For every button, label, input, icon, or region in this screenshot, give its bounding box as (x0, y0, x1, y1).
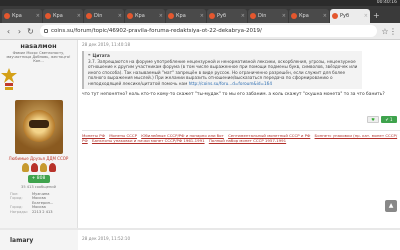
browser-tab[interactable]: Кра × (289, 9, 329, 23)
browser-tab[interactable]: Din × (84, 9, 124, 23)
author-username[interactable]: наsалмон (0, 42, 77, 50)
star-icon[interactable]: ☆ (381, 27, 389, 36)
reputation-badge: + 808 (27, 174, 50, 183)
signature-link[interactable]: Полный набор монет СССР 1957-1991 (209, 138, 286, 143)
tab-label: Кра (53, 13, 63, 19)
favicon-icon (86, 13, 92, 19)
tab-label: Руб (217, 13, 227, 19)
meta-value: Москва (32, 205, 46, 210)
favicon-icon (209, 13, 215, 19)
like-count: 1 (390, 117, 393, 122)
quote-body: 3.7. Запрещаются на форуме употребление … (88, 59, 358, 86)
meta-value: Екатерин... (32, 200, 54, 205)
next-post-username[interactable]: lamary (0, 230, 78, 250)
avatar[interactable] (14, 99, 63, 154)
tab-strip: Кра × Кра × Din × Кра × Кра × Руб × Din × Кра × Руб × + (0, 6, 400, 23)
close-tab-icon[interactable]: × (323, 13, 327, 19)
author-description: Фамил Мосрс Светлоносту, маучастница Доб… (6, 51, 71, 64)
favicon-icon (332, 13, 338, 19)
browser-tab[interactable]: Кра × (2, 9, 42, 23)
browser-tab[interactable]: Кра × (43, 9, 83, 23)
forward-icon[interactable]: › (14, 27, 25, 36)
next-post-date[interactable]: 28 дек 2019, 11:52:10 (82, 236, 130, 241)
address-bar: ‹ › ↻ coins.su/forum/topic/46902-pravila… (0, 23, 400, 40)
tab-label: Кра (176, 13, 186, 19)
favicon-icon (291, 13, 297, 19)
meta-value: Москва (32, 196, 46, 201)
close-tab-icon[interactable]: × (159, 13, 163, 19)
tab-label: Кра (135, 13, 145, 19)
url-field[interactable]: coins.su/forum/topic/46902-pravila-forum… (40, 25, 377, 37)
favicon-icon (250, 13, 256, 19)
post-content: 28 дек 2019, 11:40:18 ❝ Цитата 3.7. Запр… (82, 40, 400, 228)
close-tab-icon[interactable]: × (77, 13, 81, 19)
tab-label: Кра (299, 13, 309, 19)
post-date[interactable]: 28 дек 2019, 11:40:18 (82, 42, 400, 47)
favicon-icon (45, 13, 51, 19)
tab-label: Din (258, 13, 267, 19)
user-group: Любимые Друзья ДДМ ССОР (8, 155, 69, 161)
post-text: что тут непонятно? коль кто-то кому-то с… (82, 92, 385, 98)
browser-tab[interactable]: Руб × (330, 9, 370, 23)
favicon-icon (127, 13, 133, 19)
browser-tab[interactable]: Кра × (166, 9, 206, 23)
post-actions: ♥ ✔ 1 (367, 116, 397, 123)
close-tab-icon[interactable]: × (118, 13, 122, 19)
back-icon[interactable]: ‹ (3, 27, 14, 36)
quote-link[interactable]: http://coins.su/foru...d=foroum&id=164 (189, 81, 272, 86)
medal-icon (48, 162, 56, 172)
favicon-icon (168, 13, 174, 19)
meta-key: Награды: (10, 209, 28, 214)
medal-icon (30, 162, 38, 172)
rank-badge-icon (1, 67, 17, 90)
url-text: coins.su/forum/topic/46902-pravila-forum… (51, 28, 262, 34)
quote-header: ❝ Цитата (88, 53, 358, 58)
new-tab-icon[interactable]: + (373, 9, 380, 23)
quote-block: ❝ Цитата 3.7. Запрещаются на форуме упот… (82, 51, 362, 90)
tab-label: Din (94, 13, 103, 19)
close-tab-icon[interactable]: × (36, 13, 40, 19)
meta-row: Награды: 2213 2 413 (10, 210, 71, 215)
forum-page: наsалмон Фамил Мосрс Светлоносту, маучас… (0, 40, 400, 250)
signature: Монеты РФ Монеты СССР Юбилейные СССР/РФ … (82, 130, 400, 143)
medal-icon (21, 162, 29, 172)
signature-link[interactable]: Банкноты упаковки и пачки монет СССР/РФ … (92, 138, 205, 143)
close-tab-icon[interactable]: × (200, 13, 204, 19)
close-tab-icon[interactable]: × (282, 13, 286, 19)
author-meta: Пол: Мужчина Город: Москва Екатерин... Город:… (0, 189, 77, 215)
favicon-icon (4, 13, 10, 19)
meta-value: 2213 2 413 (32, 209, 53, 214)
medal-icon (39, 162, 47, 172)
author-sidebar: наsалмон Фамил Мосрс Светлоносту, маучас… (0, 40, 78, 228)
scroll-up-icon[interactable]: ▲ (385, 200, 397, 212)
tab-label: Руб (340, 13, 350, 19)
quote-author: Цитата (92, 53, 110, 58)
like-count-button[interactable]: ✔ 1 (381, 116, 397, 123)
reload-icon[interactable]: ↻ (25, 27, 36, 36)
like-button[interactable]: ♥ (367, 116, 379, 123)
browser-tab[interactable]: Din × (248, 9, 288, 23)
quote-icon: ❝ (88, 53, 91, 58)
close-tab-icon[interactable]: × (364, 13, 368, 19)
lock-icon (44, 29, 48, 33)
menu-icon[interactable]: ⋮ (389, 27, 397, 36)
browser-tab[interactable]: Кра × (125, 9, 165, 23)
tab-label: Кра (12, 13, 22, 19)
meta-value: Мужчина (32, 191, 50, 196)
close-tab-icon[interactable]: × (241, 13, 245, 19)
medals (0, 162, 77, 172)
browser-tab[interactable]: Руб × (207, 9, 247, 23)
